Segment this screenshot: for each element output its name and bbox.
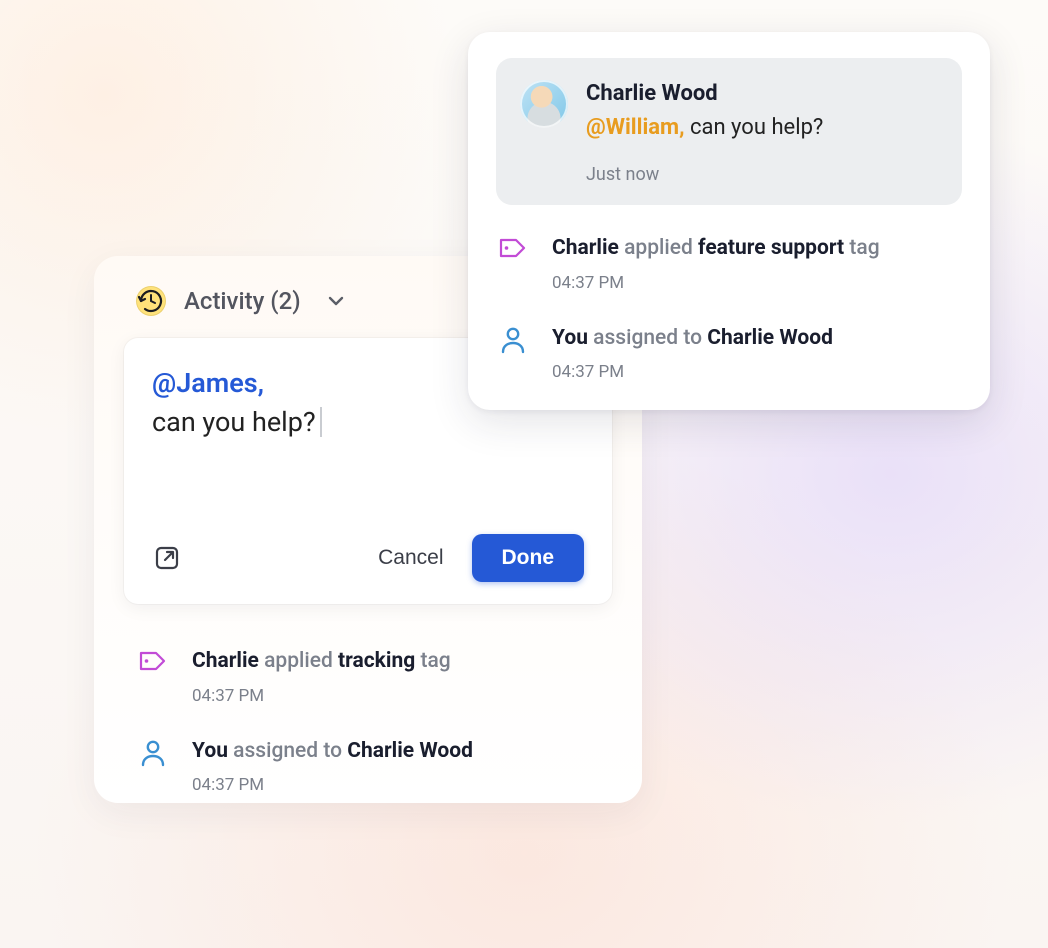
done-button[interactable]: Done [472, 534, 585, 582]
chevron-down-icon[interactable] [325, 290, 347, 312]
notification-card: Charlie Wood @William, can you help? Jus… [468, 32, 990, 410]
notification-author: Charlie Wood [586, 80, 823, 109]
activity-text: Charlie applied tracking tag [192, 646, 451, 678]
activity-text: You assigned to Charlie Wood [192, 736, 473, 768]
tag-icon [136, 646, 170, 674]
compose-actions: Cancel Done [152, 534, 584, 582]
cancel-button[interactable]: Cancel [372, 536, 449, 580]
message-text: can you help? [685, 115, 824, 140]
user-icon [496, 323, 530, 355]
activity-time: 04:37 PM [192, 686, 451, 706]
activity-time: 04:37 PM [552, 273, 880, 293]
history-icon [136, 286, 166, 316]
notification-timestamp: Just now [586, 164, 823, 185]
mention[interactable]: @William, [586, 115, 685, 140]
activity-time: 04:37 PM [552, 362, 833, 382]
user-icon [136, 736, 170, 768]
tag-icon [496, 233, 530, 261]
activity-text: You assigned to Charlie Wood [552, 323, 833, 355]
notification-message: @William, can you help? [586, 113, 823, 143]
activity-row: Charlie applied tracking tag 04:37 PM [136, 646, 600, 706]
expand-icon[interactable] [152, 543, 182, 573]
compose-rest: can you help? [152, 406, 316, 438]
notification-activity-list: Charlie applied feature support tag 04:3… [468, 205, 990, 382]
activity-time: 04:37 PM [192, 775, 473, 795]
activity-row: You assigned to Charlie Wood 04:37 PM [136, 736, 600, 796]
avatar [520, 80, 568, 128]
text-cursor [320, 407, 322, 437]
activity-row: You assigned to Charlie Wood 04:37 PM [496, 323, 962, 383]
activity-title: Activity (2) [184, 287, 301, 315]
activity-text: Charlie applied feature support tag [552, 233, 880, 265]
notification-header: Charlie Wood @William, can you help? Jus… [496, 58, 962, 205]
panel-activity-list: Charlie applied tracking tag 04:37 PM Yo… [94, 604, 642, 795]
activity-row: Charlie applied feature support tag 04:3… [496, 233, 962, 293]
mention[interactable]: @James, [152, 367, 264, 399]
